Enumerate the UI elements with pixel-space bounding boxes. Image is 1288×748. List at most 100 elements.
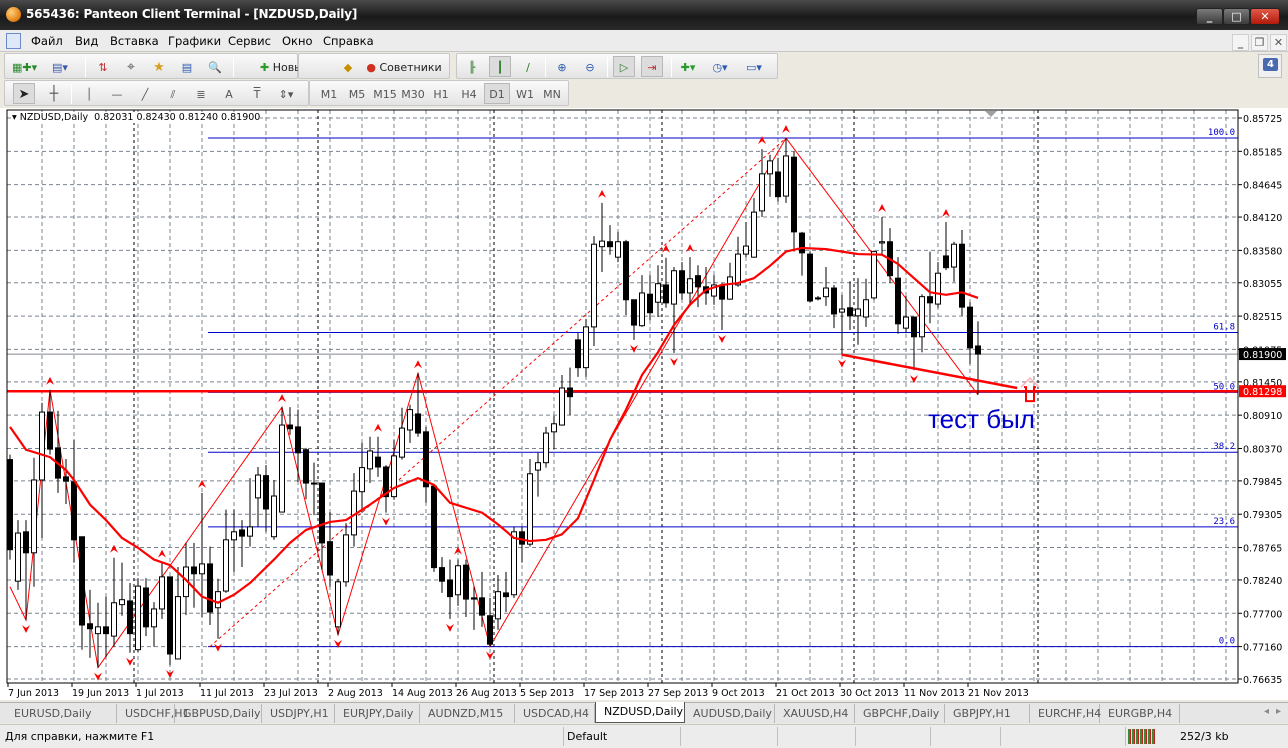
- candle-bullish: [863, 299, 869, 318]
- chart-tab[interactable]: USDCHF,H1: [117, 704, 190, 723]
- candle-bearish: [567, 387, 573, 398]
- candle-bullish: [615, 241, 621, 258]
- maximize-button[interactable]: □: [1223, 8, 1250, 25]
- timeframe-m15[interactable]: M15: [371, 83, 399, 104]
- candle-bearish: [647, 293, 653, 314]
- candle-bullish: [783, 155, 789, 197]
- autoscroll-button[interactable]: ▷: [613, 56, 635, 77]
- chart-tab[interactable]: GBPUSD,Daily: [175, 704, 262, 723]
- fractal-up-icon: [414, 360, 422, 369]
- chart-tab[interactable]: XAUUSD,H4: [775, 704, 855, 723]
- timeframe-mn[interactable]: MN: [539, 83, 565, 104]
- price-axis-label: 0.79305: [1243, 510, 1282, 521]
- chart-tab[interactable]: NZDUSD,Daily: [595, 702, 685, 723]
- candlestick-chart-button[interactable]: ┃: [489, 56, 511, 77]
- zoom-out-button[interactable]: ⊖: [579, 56, 601, 77]
- candlestick-icon: ┃: [496, 61, 504, 74]
- connection-status-icon[interactable]: [1128, 729, 1156, 744]
- data-window-button[interactable]: ⌖: [120, 56, 142, 77]
- chart-shift-button[interactable]: ⇥: [641, 56, 663, 77]
- templates-button[interactable]: ▭▾: [743, 56, 765, 77]
- minimize-button[interactable]: _: [1196, 8, 1223, 25]
- new-order-icon: ✚: [259, 61, 270, 74]
- timeframe-w1[interactable]: W1: [512, 83, 538, 104]
- arrows-tool[interactable]: ⇕▾: [275, 83, 297, 104]
- candle-bearish: [623, 241, 629, 301]
- cursor-icon: ➤: [18, 87, 30, 102]
- timeframe-m5[interactable]: M5: [344, 83, 370, 104]
- fibonacci-tool[interactable]: ≣: [190, 83, 212, 104]
- fractal-up-icon: [686, 244, 694, 253]
- time-axis-label: 27 Sep 2013: [648, 688, 708, 699]
- bar-chart-button[interactable]: ╟: [461, 56, 483, 77]
- fib-level-label: 23.6: [1213, 517, 1235, 527]
- candle-bearish: [7, 459, 13, 551]
- price-chart[interactable]: 100.061.850.038.223.60.0 0.857250.851850…: [0, 108, 1288, 700]
- profiles-button[interactable]: ▤▾: [49, 56, 71, 77]
- line-chart-button[interactable]: ∕: [517, 56, 539, 77]
- timeframe-d1[interactable]: D1: [484, 83, 510, 104]
- navigator-button[interactable]: ★: [148, 56, 170, 77]
- menu-view[interactable]: Вид: [75, 34, 98, 48]
- chart-tab[interactable]: AUDUSD,Daily: [685, 704, 775, 723]
- label-tool[interactable]: T: [246, 83, 268, 104]
- tab-scroll-left-icon[interactable]: ◂: [1264, 706, 1269, 717]
- support-trendline: [841, 353, 1018, 390]
- fib-level-label: 61.8: [1213, 322, 1235, 332]
- market-watch-button[interactable]: ⇅: [92, 56, 114, 77]
- candle-bullish: [39, 411, 45, 481]
- chart-tab[interactable]: EURJPY,Daily: [335, 704, 420, 723]
- menu-file[interactable]: Файл: [31, 34, 63, 48]
- horizontal-line-tool[interactable]: —: [106, 83, 128, 104]
- chart-tab[interactable]: EURUSD,Daily: [6, 704, 117, 723]
- chart-tab[interactable]: GBPJPY,H1: [945, 704, 1030, 723]
- line-chart-icon: ∕: [526, 61, 530, 74]
- chart-text-annotation[interactable]: тест был: [928, 404, 1035, 435]
- chart-tab[interactable]: EURGBP,H4: [1100, 704, 1180, 723]
- periods-button[interactable]: ◷▾: [709, 56, 731, 77]
- menu-insert[interactable]: Вставка: [110, 34, 159, 48]
- chart-tab[interactable]: GBPCHF,Daily: [855, 704, 945, 723]
- mdi-restore-button[interactable]: ❐: [1251, 34, 1268, 51]
- timeframe-m1[interactable]: M1: [316, 83, 342, 104]
- text-tool[interactable]: A: [218, 83, 240, 104]
- mdi-close-button[interactable]: ✕: [1270, 34, 1287, 51]
- candle-bullish: [751, 211, 757, 258]
- terminal-button[interactable]: ▤: [176, 56, 198, 77]
- mdi-minimize-button[interactable]: _: [1232, 34, 1249, 51]
- chart-window[interactable]: 100.0 61.8 50.0 38.2 23.6 0.0 0.85725 0.85185 0…: [0, 108, 1288, 700]
- cursor-tool[interactable]: ➤: [13, 83, 35, 104]
- timeframe-h1[interactable]: H1: [428, 83, 454, 104]
- chart-tab[interactable]: AUDNZD,M15: [420, 704, 515, 723]
- crosshair-tool[interactable]: ┼: [43, 83, 65, 104]
- alert-button[interactable]: ◆: [337, 56, 359, 77]
- chart-symbol: NZDUSD,Daily: [19, 112, 89, 123]
- chart-tab[interactable]: USDCAD,H4: [515, 704, 595, 723]
- timeframe-h4[interactable]: H4: [456, 83, 482, 104]
- tab-scroll-right-icon[interactable]: ▸: [1276, 706, 1281, 717]
- menu-tools[interactable]: Сервис: [228, 34, 271, 48]
- candle-bullish: [727, 276, 733, 300]
- menu-charts[interactable]: Графики: [168, 34, 221, 48]
- indicators-button[interactable]: ✚▾: [677, 56, 699, 77]
- strategy-tester-button[interactable]: 🔍: [204, 56, 226, 77]
- candle-bearish: [799, 232, 805, 254]
- experts-label: Советники: [379, 61, 442, 74]
- menu-help[interactable]: Справка: [323, 34, 374, 48]
- new-chart-button[interactable]: ▦✚▾: [11, 56, 38, 77]
- collapse-triangle-icon[interactable]: ▾: [12, 112, 20, 123]
- trendline-icon: ╱: [141, 88, 149, 101]
- notifications-button[interactable]: 4: [1258, 54, 1282, 78]
- trendline-tool[interactable]: ╱: [134, 83, 156, 104]
- equidistant-channel-tool[interactable]: ⫽: [162, 83, 184, 104]
- fractal-down-icon: [630, 344, 638, 353]
- close-button[interactable]: ✕: [1250, 8, 1280, 25]
- chart-tab[interactable]: USDJPY,H1: [262, 704, 335, 723]
- vertical-line-tool[interactable]: │: [78, 83, 100, 104]
- zoom-in-button[interactable]: ⊕: [551, 56, 573, 77]
- timeframe-m30[interactable]: M30: [399, 83, 427, 104]
- menu-bar: Файл Вид Вставка Графики Сервис Окно Спр…: [0, 30, 1288, 52]
- chart-tab[interactable]: EURCHF,H4: [1030, 704, 1101, 723]
- menu-window[interactable]: Окно: [282, 34, 313, 48]
- experts-button[interactable]: ● Советники: [361, 56, 447, 77]
